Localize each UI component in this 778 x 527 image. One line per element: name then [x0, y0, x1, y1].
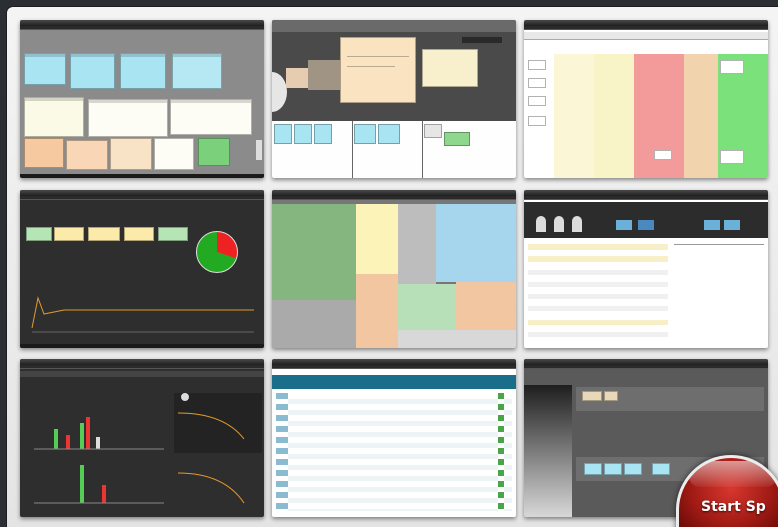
swimlane-board-view-thumbnail[interactable] — [524, 20, 768, 178]
dashboard-pie-view-thumbnail[interactable] — [20, 190, 264, 348]
team-table-view-thumbnail[interactable] — [524, 190, 768, 348]
button-gloss — [689, 461, 777, 487]
line-chart-thumbnail — [31, 296, 254, 333]
treemap-view-thumbnail[interactable] — [272, 190, 516, 348]
list-table-view-thumbnail[interactable] — [272, 359, 516, 517]
screenshot-gallery — [7, 7, 778, 527]
trend-lines-thumbnail — [177, 412, 245, 504]
bar-chart-report-view-thumbnail[interactable] — [20, 359, 264, 517]
bar-charts-thumbnail — [34, 417, 164, 504]
start-button-label: Start Sp — [701, 499, 766, 515]
floating-cards-view-thumbnail[interactable] — [272, 20, 516, 178]
card-wall-view-thumbnail[interactable] — [20, 20, 264, 178]
